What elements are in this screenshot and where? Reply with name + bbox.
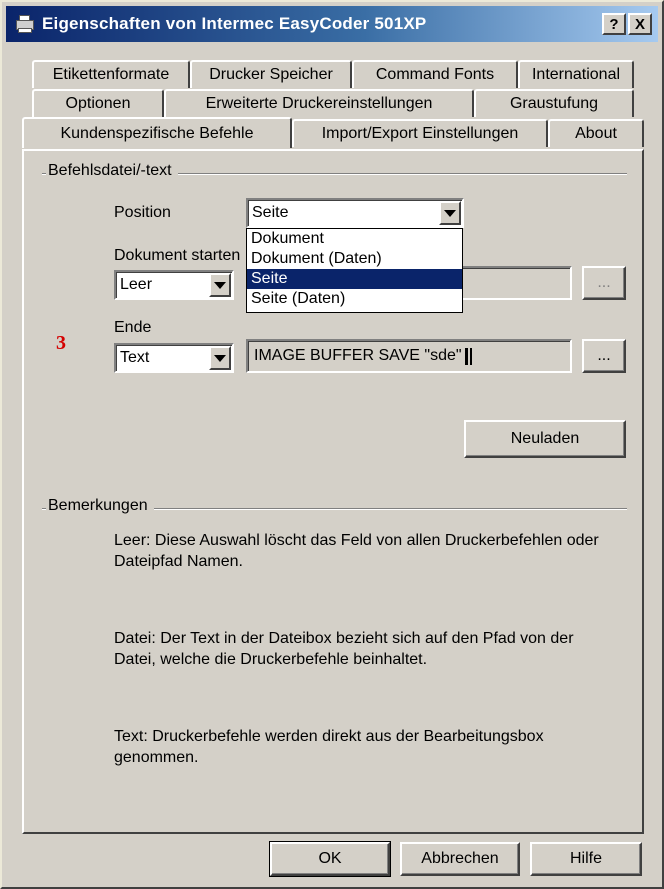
position-dropdown-list: Dokument Dokument (Daten) Seite Seite (D… bbox=[246, 228, 463, 313]
remark-datei: Datei: Der Text in der Dateibox bezieht … bbox=[114, 630, 574, 668]
position-label: Position bbox=[114, 204, 171, 221]
tab-command-fonts[interactable]: Command Fonts bbox=[352, 60, 518, 88]
tab-about[interactable]: About bbox=[548, 119, 644, 147]
help-title-button[interactable]: ? bbox=[602, 13, 626, 35]
window-title: Eigenschaften von Intermec EasyCoder 501… bbox=[42, 14, 427, 33]
end-text-field[interactable]: IMAGE BUFFER SAVE "sde" bbox=[246, 339, 572, 373]
position-option-dokument[interactable]: Dokument bbox=[247, 229, 462, 249]
help-button[interactable]: Hilfe bbox=[530, 842, 642, 876]
start-browse-button[interactable]: ... bbox=[582, 266, 626, 300]
remarks-group-label: Bemerkungen bbox=[46, 497, 154, 515]
cancel-button[interactable]: Abbrechen bbox=[400, 842, 520, 876]
position-option-seite[interactable]: Seite bbox=[247, 269, 462, 289]
chevron-down-icon[interactable] bbox=[209, 346, 231, 370]
callout-number: 3 bbox=[56, 332, 66, 354]
chevron-down-icon[interactable] bbox=[209, 273, 231, 297]
position-option-seite-daten[interactable]: Seite (Daten) bbox=[247, 289, 462, 309]
remark-text: Text: Druckerbefehle werden direkt aus d… bbox=[114, 728, 544, 766]
position-select[interactable]: Seite bbox=[246, 198, 464, 228]
tab-import-export[interactable]: Import/Export Einstellungen bbox=[292, 119, 548, 147]
text-cursor bbox=[469, 347, 472, 365]
command-group-label: Befehlsdatei/-text bbox=[46, 162, 178, 180]
tab-international[interactable]: International bbox=[518, 60, 634, 88]
position-value: Seite bbox=[252, 204, 289, 221]
printer-icon bbox=[14, 13, 36, 35]
close-button[interactable]: X bbox=[628, 13, 652, 35]
tab-erweiterte-druckereinstellungen[interactable]: Erweiterte Druckereinstellungen bbox=[164, 89, 474, 117]
title-bar[interactable]: Eigenschaften von Intermec EasyCoder 501… bbox=[6, 6, 658, 42]
tab-etikettenformate[interactable]: Etikettenformate bbox=[32, 60, 190, 88]
end-browse-button[interactable]: ... bbox=[582, 339, 626, 373]
reload-button[interactable]: Neuladen bbox=[464, 420, 626, 458]
end-text-value: IMAGE BUFFER SAVE "sde" bbox=[254, 347, 462, 364]
end-label: Ende bbox=[114, 319, 152, 336]
remark-leer: Leer: Diese Auswahl löscht das Feld von … bbox=[114, 532, 599, 570]
start-type-select[interactable]: Leer bbox=[114, 270, 234, 300]
tab-graustufung[interactable]: Graustufung bbox=[474, 89, 634, 117]
start-label: Dokument starten bbox=[114, 247, 241, 264]
properties-window: Eigenschaften von Intermec EasyCoder 501… bbox=[0, 0, 664, 889]
end-type-value: Text bbox=[120, 349, 150, 366]
tab-kundenspezifische-befehle[interactable]: Kundenspezifische Befehle bbox=[22, 117, 292, 148]
text-cursor bbox=[464, 347, 468, 365]
tab-optionen[interactable]: Optionen bbox=[32, 89, 164, 117]
position-option-dokument-daten[interactable]: Dokument (Daten) bbox=[247, 249, 462, 269]
start-type-value: Leer bbox=[120, 276, 153, 293]
ok-button[interactable]: OK bbox=[269, 841, 391, 877]
end-type-select[interactable]: Text bbox=[114, 343, 234, 373]
chevron-down-icon[interactable] bbox=[439, 201, 461, 225]
tab-drucker-speicher[interactable]: Drucker Speicher bbox=[190, 60, 352, 88]
